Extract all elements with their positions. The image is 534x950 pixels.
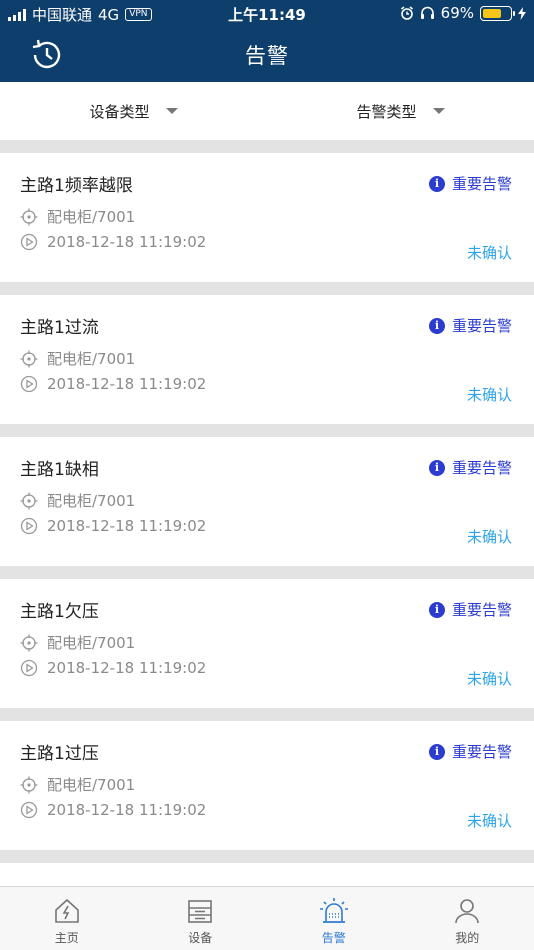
filter-bar: 设备类型 告警类型: [0, 82, 534, 140]
dropdown-caret-icon: [165, 108, 178, 114]
location-target-icon: [20, 776, 38, 793]
alarm-type-filter[interactable]: 告警类型: [267, 82, 534, 140]
status-bar: 中国联通 4G VPN 上午11:49 69%: [0, 0, 534, 28]
device-type-filter-label: 设备类型: [89, 102, 150, 121]
play-circle-icon: [20, 233, 38, 251]
device-type-filter[interactable]: 设备类型: [0, 82, 267, 140]
home-icon: [54, 898, 79, 923]
dropdown-caret-icon: [432, 108, 445, 114]
alarm-location-text: 配电柜/7001: [47, 492, 136, 510]
location-target-icon: [20, 634, 38, 651]
alarm-time-text: 2018-12-18 11:19:02: [47, 233, 207, 251]
tab-home-label: 主页: [54, 931, 79, 945]
alarm-title: 主路1频率越限: [20, 176, 133, 196]
alarm-level-label: 重要告警: [451, 317, 512, 335]
location-target-icon: [20, 208, 38, 225]
alarm-location-text: 配电柜/7001: [47, 634, 136, 652]
alarm-time-text: 2018-12-18 11:19:02: [47, 801, 207, 819]
alarm-card[interactable]: 主路1过流 i 重要告警 配电柜/7001 2018-12-18 11:19:0…: [0, 295, 534, 424]
alarm-location-text: 配电柜/7001: [47, 776, 136, 794]
alarm-time-text: 2018-12-18 11:19:02: [47, 517, 207, 535]
user-icon: [455, 899, 480, 924]
alarm-location: 配电柜/7001: [20, 774, 135, 795]
alarm-title: 主路1过流: [20, 318, 99, 338]
info-icon: i: [428, 601, 445, 618]
alarm-time: 2018-12-18 11:19:02: [20, 801, 206, 819]
headphones-icon: [420, 6, 434, 19]
alarm-level: i 重要告警: [428, 741, 512, 762]
tab-alarm-label: 告警: [321, 931, 346, 945]
battery-icon: [480, 5, 515, 21]
alarm-state[interactable]: 未确认: [467, 384, 512, 405]
app-header: 中国联通 4G VPN 上午11:49 69% 告警: [0, 0, 534, 82]
page-title: 告警: [245, 44, 289, 68]
tab-device[interactable]: 设备: [134, 887, 268, 950]
alarm-location: 配电柜/7001: [20, 206, 135, 227]
alarm-title: 主路1过压: [20, 744, 99, 764]
alarm-clock-icon: [400, 6, 413, 20]
alarm-card[interactable]: 主路1频率越限 i 重要告警 配电柜/7001 2018-12-18 11:19…: [0, 153, 534, 282]
alarm-type-filter-label: 告警类型: [356, 102, 417, 121]
info-icon: i: [428, 743, 445, 760]
alarm-time: 2018-12-18 11:19:02: [20, 233, 206, 251]
alarm-location-text: 配电柜/7001: [47, 208, 136, 226]
tab-profile[interactable]: 我的: [401, 887, 534, 950]
play-circle-icon: [20, 659, 38, 677]
tab-profile-label: 我的: [455, 931, 480, 945]
alarm-time-text: 2018-12-18 11:19:02: [47, 659, 207, 677]
alarm-time: 2018-12-18 11:19:02: [20, 375, 206, 393]
device-icon: [188, 900, 213, 923]
alarm-time: 2018-12-18 11:19:02: [20, 659, 206, 677]
alarm-location: 配电柜/7001: [20, 348, 135, 369]
alarm-time-text: 2018-12-18 11:19:02: [47, 375, 207, 393]
alarm-location-text: 配电柜/7001: [47, 350, 136, 368]
info-icon: i: [428, 317, 445, 334]
alarm-level-label: 重要告警: [451, 743, 512, 761]
location-target-icon: [20, 492, 38, 509]
alarm-card[interactable]: 主路1缺相 i 重要告警 配电柜/7001 2018-12-18 11:19:0…: [0, 437, 534, 566]
alarm-card[interactable]: 主路1过压 i 重要告警 配电柜/7001 2018-12-18 11:19:0…: [0, 721, 534, 850]
alarm-level: i 重要告警: [428, 173, 512, 194]
alarm-level-label: 重要告警: [451, 175, 512, 193]
alarm-title: 主路1缺相: [20, 460, 99, 480]
alarm-state[interactable]: 未确认: [467, 526, 512, 547]
alarm-time: 2018-12-18 11:19:02: [20, 517, 206, 535]
alarm-list: 主路1频率越限 i 重要告警 配电柜/7001 2018-12-18 11:19…: [0, 153, 534, 916]
battery-percent: 69%: [440, 4, 474, 22]
alarm-level-label: 重要告警: [451, 459, 512, 477]
play-circle-icon: [20, 801, 38, 819]
alarm-icon: [319, 898, 348, 923]
status-right: 69%: [400, 4, 526, 22]
charging-icon: [518, 6, 526, 20]
alarm-state[interactable]: 未确认: [467, 810, 512, 831]
alarm-level: i 重要告警: [428, 315, 512, 336]
alarm-location: 配电柜/7001: [20, 490, 135, 511]
location-target-icon: [20, 350, 38, 367]
alarm-level: i 重要告警: [428, 457, 512, 478]
bottom-tab-bar: 主页 设备 告警 我的: [0, 886, 534, 950]
alarm-level: i 重要告警: [428, 599, 512, 620]
play-circle-icon: [20, 517, 38, 535]
tab-device-label: 设备: [188, 931, 213, 945]
alarm-location: 配电柜/7001: [20, 632, 135, 653]
alarm-state[interactable]: 未确认: [467, 668, 512, 689]
info-icon: i: [428, 459, 445, 476]
alarm-state[interactable]: 未确认: [467, 242, 512, 263]
info-icon: i: [428, 175, 445, 192]
alarm-card[interactable]: 主路1欠压 i 重要告警 配电柜/7001 2018-12-18 11:19:0…: [0, 579, 534, 708]
play-circle-icon: [20, 375, 38, 393]
alarm-level-label: 重要告警: [451, 601, 512, 619]
tab-alarm[interactable]: 告警: [267, 887, 401, 950]
tab-home[interactable]: 主页: [0, 887, 134, 950]
alarm-title: 主路1欠压: [20, 602, 99, 622]
